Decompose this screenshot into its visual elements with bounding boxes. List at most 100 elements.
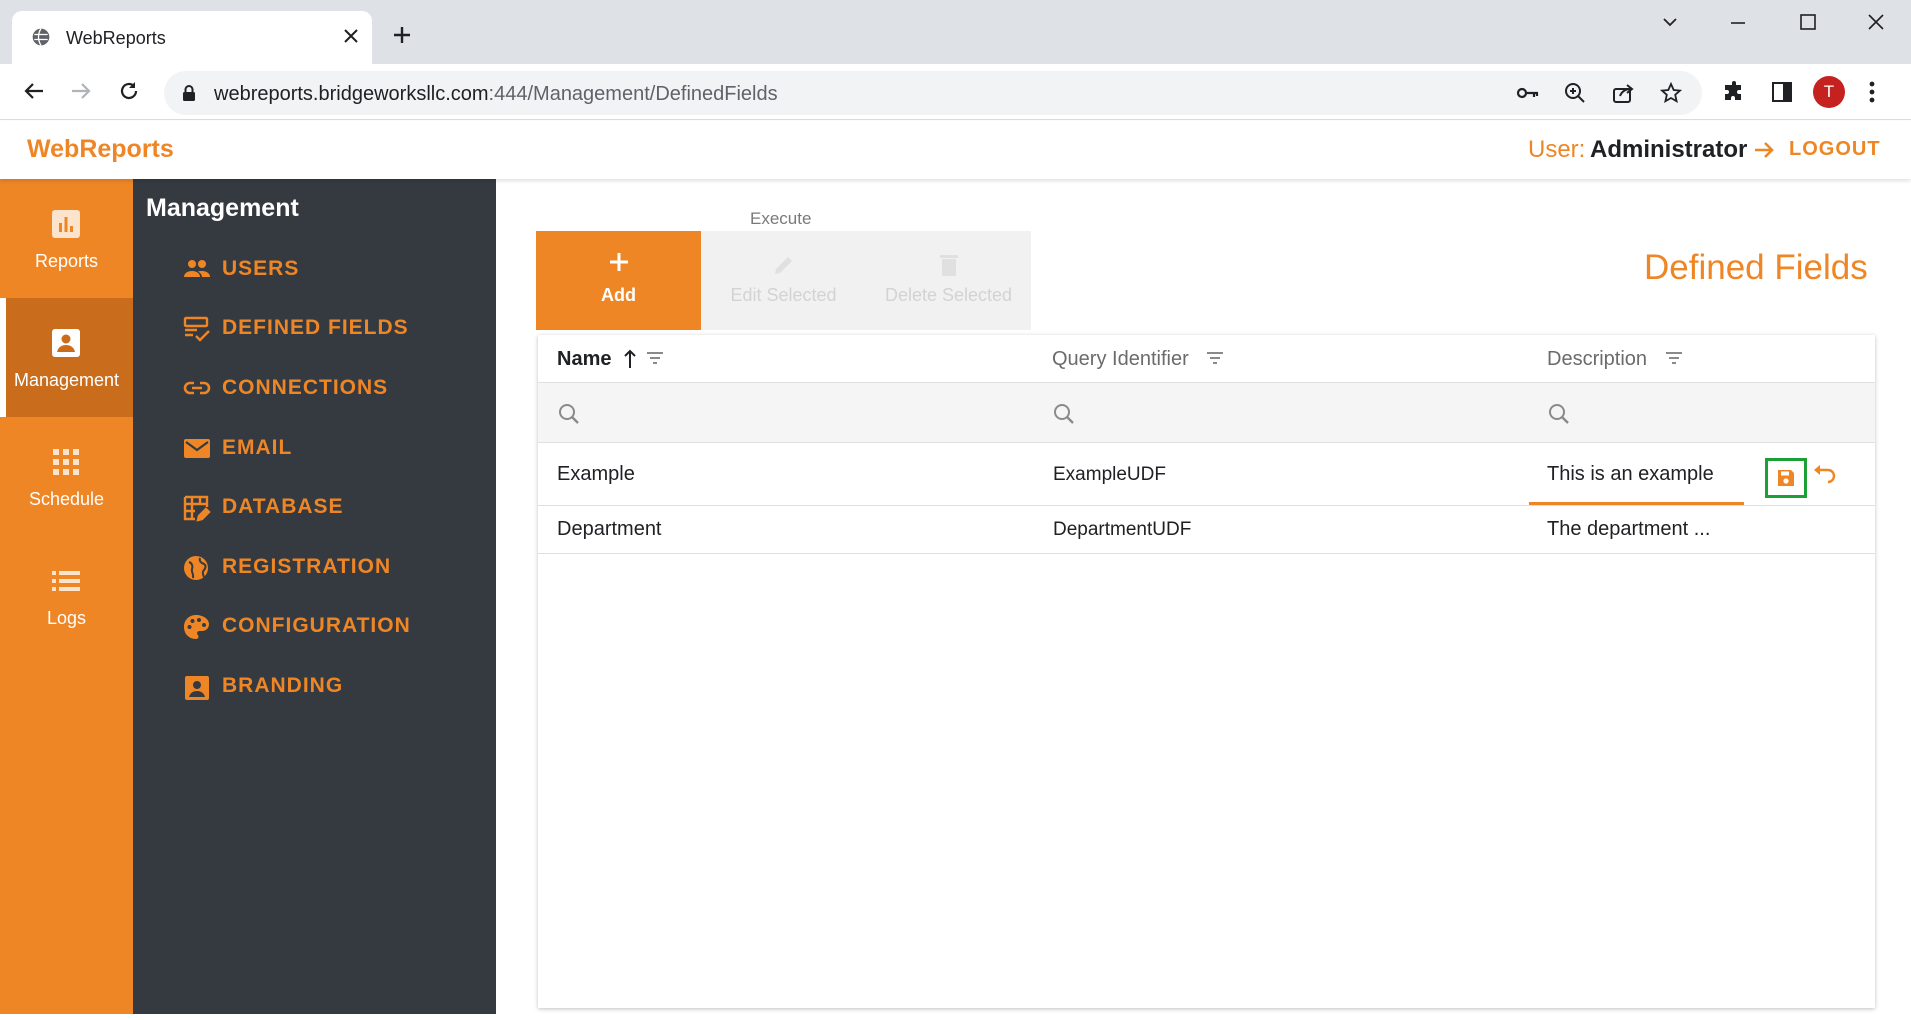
url-path: :444/Management/DefinedFields: [488, 83, 778, 105]
subnav-label: CONNECTIONS: [222, 376, 389, 399]
subnav-label: REGISTRATION: [222, 555, 392, 578]
share-icon[interactable]: [1612, 82, 1634, 104]
query-identifier-filter-input[interactable]: [1033, 383, 1528, 443]
sort-ascending-icon[interactable]: [623, 349, 637, 369]
trash-icon: [866, 253, 1031, 277]
forward-arrow-icon[interactable]: [70, 80, 92, 102]
side-panel-icon[interactable]: [1770, 80, 1794, 104]
extensions-icon[interactable]: [1722, 80, 1746, 104]
filter-list-icon[interactable]: [1206, 351, 1224, 365]
address-bar[interactable]: webreports.bridgeworksllc.com:444/Manage…: [164, 71, 1702, 115]
rail-item-logs[interactable]: Logs: [0, 536, 133, 655]
plus-icon: [536, 251, 701, 273]
chevron-down-icon[interactable]: [1660, 12, 1680, 32]
subnav-item-email[interactable]: EMAIL: [183, 431, 483, 465]
subnav-item-users[interactable]: USERS: [183, 252, 483, 286]
url-host: webreports.bridgeworksllc.com: [214, 83, 489, 105]
search-icon: [1548, 403, 1570, 425]
account-box-icon: [51, 328, 81, 358]
reload-icon[interactable]: [118, 80, 140, 102]
form-check-icon: [183, 316, 211, 342]
subnav-title: Management: [146, 194, 299, 222]
tab-title: WebReports: [66, 28, 166, 48]
cell-query-identifier: ExampleUDF: [1053, 464, 1166, 485]
delete-selected-button[interactable]: Delete Selected: [866, 231, 1031, 330]
cell-query-identifier: DepartmentUDF: [1053, 519, 1192, 540]
close-icon[interactable]: [342, 27, 360, 45]
zoom-icon[interactable]: [1564, 82, 1586, 104]
rail-label: Schedule: [28, 489, 105, 509]
maximize-icon[interactable]: [1798, 12, 1818, 32]
profile-avatar[interactable]: T: [1813, 76, 1845, 108]
subnav-item-registration[interactable]: REGISTRATION: [183, 550, 483, 584]
execute-group-label: Execute: [750, 209, 812, 228]
rail-label: Management: [13, 370, 120, 390]
more-vert-icon[interactable]: [1868, 80, 1876, 104]
column-header-description[interactable]: Description: [1547, 348, 1647, 371]
edit-selected-label: Edit Selected: [730, 285, 837, 305]
description-filter-input[interactable]: [1528, 383, 1875, 443]
search-icon: [558, 403, 580, 425]
search-icon: [1053, 403, 1075, 425]
filter-list-icon[interactable]: [646, 351, 664, 365]
column-header-query-identifier[interactable]: Query Identifier: [1052, 348, 1189, 371]
subnav-item-configuration[interactable]: CONFIGURATION: [183, 609, 483, 643]
grid-dots-icon: [51, 447, 81, 477]
table-row-editing[interactable]: Example ExampleUDF This is an example: [538, 443, 1875, 506]
subnav-item-database[interactable]: DATABASE: [183, 490, 483, 524]
app-header: WebReports User: Administrator LOGOUT: [0, 121, 1911, 179]
back-arrow-icon[interactable]: [23, 80, 45, 102]
subnav-label: DATABASE: [222, 495, 344, 518]
list-icon: [51, 566, 81, 596]
rail-label: Reports: [34, 251, 99, 271]
grid-header: Name Query Identifier Description: [538, 335, 1875, 383]
link-icon: [183, 376, 211, 400]
filter-list-icon[interactable]: [1665, 351, 1683, 365]
undo-icon[interactable]: [1813, 464, 1837, 484]
main-rail: Reports Management Schedule Logs: [0, 179, 133, 1014]
defined-fields-grid: Name Query Identifier Description Exampl…: [538, 335, 1875, 1008]
table-edit-icon: [183, 495, 211, 523]
pencil-icon: [701, 253, 866, 277]
add-button[interactable]: Add: [536, 231, 701, 330]
edit-selected-button[interactable]: Edit Selected: [701, 231, 866, 330]
rail-item-schedule[interactable]: Schedule: [0, 417, 133, 536]
plus-icon[interactable]: [392, 25, 412, 45]
management-subnav: Management USERS DEFINED FIELDS CONNECTI…: [133, 179, 496, 1014]
add-button-label: Add: [601, 285, 636, 305]
description-edit-field[interactable]: This is an example: [1547, 463, 1714, 486]
subnav-item-connections[interactable]: CONNECTIONS: [183, 371, 483, 405]
column-header-name[interactable]: Name: [557, 348, 611, 371]
table-row[interactable]: Department DepartmentUDF The department …: [538, 506, 1875, 554]
url-text: webreports.bridgeworksllc.com:444/Manage…: [214, 83, 778, 106]
window-close-icon[interactable]: [1866, 12, 1886, 32]
minimize-icon[interactable]: [1728, 12, 1748, 32]
edit-field-underline: [1529, 502, 1744, 505]
cell-name: Department: [557, 518, 662, 540]
star-icon[interactable]: [1660, 82, 1682, 104]
subnav-label: USERS: [222, 257, 300, 280]
subnav-item-branding[interactable]: BRANDING: [183, 669, 483, 703]
save-button[interactable]: [1765, 458, 1807, 498]
browser-titlebar: WebReports: [0, 0, 1911, 64]
globe-icon: [31, 27, 51, 47]
palette-icon: [183, 614, 211, 642]
subnav-label: BRANDING: [222, 674, 344, 697]
cell-name: Example: [557, 463, 635, 485]
cell-description: The department ...: [1547, 518, 1711, 540]
app-brand[interactable]: WebReports: [27, 135, 174, 164]
lock-icon[interactable]: [181, 84, 197, 102]
arrow-right-icon[interactable]: [1752, 138, 1776, 162]
key-icon[interactable]: [1516, 82, 1540, 104]
delete-selected-label: Delete Selected: [884, 285, 1013, 305]
logout-button[interactable]: LOGOUT: [1789, 138, 1881, 161]
subnav-label: EMAIL: [222, 436, 293, 459]
subnav-item-defined-fields[interactable]: DEFINED FIELDS: [183, 311, 483, 345]
rail-item-reports[interactable]: Reports: [0, 179, 133, 298]
name-filter-input[interactable]: [538, 383, 1033, 443]
badge-icon: [183, 674, 211, 702]
browser-tab[interactable]: WebReports: [12, 11, 372, 64]
people-icon: [183, 257, 211, 281]
user-name: Administrator: [1590, 136, 1748, 163]
rail-item-management[interactable]: Management: [0, 298, 133, 417]
